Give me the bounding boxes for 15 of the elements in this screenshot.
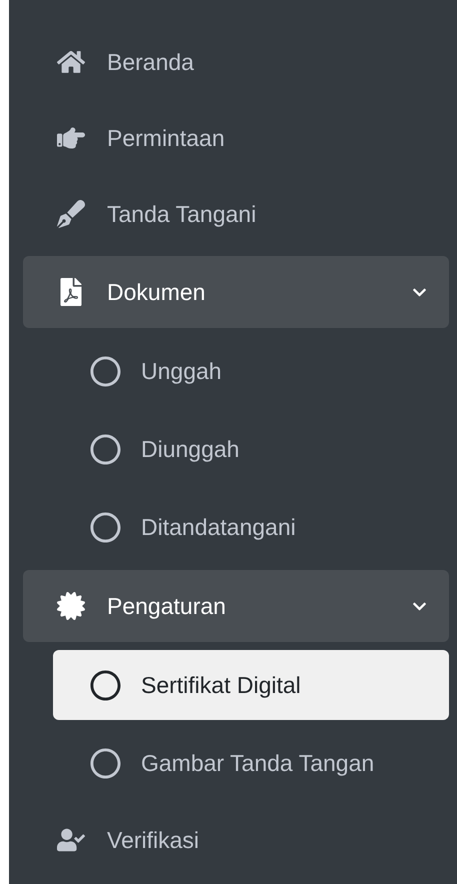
user-check-icon bbox=[57, 826, 85, 854]
menu-item[interactable]: Tanda Tangani bbox=[23, 176, 449, 252]
pen-icon bbox=[57, 200, 85, 228]
submenu-item[interactable]: Sertifikat Digital bbox=[53, 650, 449, 720]
submenu-item[interactable]: Unggah bbox=[53, 336, 449, 406]
menu-item[interactable]: Permintaan bbox=[23, 100, 449, 176]
home-icon bbox=[57, 48, 85, 76]
submenu-item[interactable]: Gambar Tanda Tangan bbox=[53, 728, 449, 798]
menu-item[interactable]: Dokumen bbox=[23, 256, 449, 328]
menu-item[interactable]: Pengaturan bbox=[23, 570, 449, 642]
submenu-item[interactable]: Ditandatangani bbox=[53, 492, 449, 562]
submenu-item[interactable]: Diunggah bbox=[53, 414, 449, 484]
badge-icon bbox=[57, 592, 85, 620]
menu-item[interactable]: Beranda bbox=[23, 24, 449, 100]
menu-item[interactable]: Verifikasi bbox=[23, 802, 449, 878]
